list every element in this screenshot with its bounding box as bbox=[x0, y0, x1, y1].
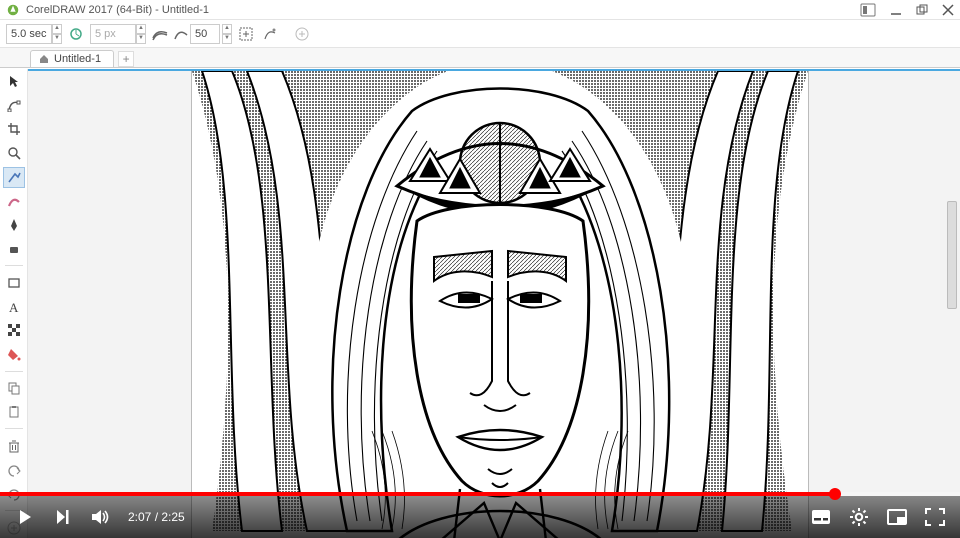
zoom-tool[interactable] bbox=[3, 143, 25, 164]
touch-mode-icon[interactable] bbox=[860, 3, 876, 17]
video-time-separator: / bbox=[151, 510, 161, 524]
artwork-drawing bbox=[192, 71, 808, 538]
video-player-overlay: 2:07 / 2:25 bbox=[0, 492, 960, 538]
video-progress-played bbox=[0, 492, 835, 496]
transparency-tool[interactable] bbox=[3, 320, 25, 341]
eraser-tool[interactable] bbox=[3, 238, 25, 259]
workspace: A bbox=[0, 69, 960, 538]
toolbox-separator-3 bbox=[5, 428, 23, 429]
realtime-toggle-button[interactable] bbox=[66, 24, 86, 44]
property-bar: 5.0 sec ▲▼ 5 px ▲▼ 50 ▲▼ bbox=[0, 20, 960, 48]
video-total-time: 2:25 bbox=[161, 510, 184, 524]
copy-tool[interactable] bbox=[3, 378, 25, 399]
toolbox: A bbox=[0, 69, 28, 538]
text-tool[interactable]: A bbox=[3, 296, 25, 317]
volume-button[interactable] bbox=[90, 506, 112, 528]
video-time-display: 2:07 / 2:25 bbox=[128, 510, 185, 524]
minimize-button[interactable] bbox=[890, 4, 902, 16]
width-field-group: 5 px ▲▼ bbox=[90, 24, 146, 44]
freehand-tool[interactable] bbox=[3, 167, 25, 188]
duration-input[interactable]: 5.0 sec bbox=[6, 24, 52, 44]
video-controls: 2:07 / 2:25 bbox=[0, 496, 960, 538]
window-title: CorelDRAW 2017 (64-Bit) - Untitled-1 bbox=[26, 4, 860, 16]
fill-tool[interactable] bbox=[3, 344, 25, 365]
smoothing-group: 50 ▲▼ bbox=[174, 24, 232, 44]
shape-tool[interactable] bbox=[3, 95, 25, 116]
paste-tool[interactable] bbox=[3, 402, 25, 423]
add-document-tab-button[interactable]: + bbox=[118, 51, 134, 67]
artistic-media-tool[interactable] bbox=[3, 191, 25, 212]
window-controls bbox=[860, 3, 954, 17]
video-progress-bar[interactable] bbox=[0, 492, 960, 496]
duration-spinner[interactable]: ▲▼ bbox=[52, 24, 62, 44]
subtitles-button[interactable] bbox=[810, 506, 832, 528]
canvas-area[interactable] bbox=[28, 69, 960, 538]
settings-button[interactable] bbox=[848, 506, 870, 528]
titlebar: CorelDRAW 2017 (64-Bit) - Untitled-1 bbox=[0, 0, 960, 20]
duration-field-group: 5.0 sec ▲▼ bbox=[6, 24, 62, 44]
fullscreen-button[interactable] bbox=[924, 506, 946, 528]
brush-preset-button[interactable] bbox=[150, 24, 170, 44]
miniplayer-button[interactable] bbox=[886, 506, 908, 528]
document-tab-untitled-1[interactable]: Untitled-1 bbox=[30, 50, 114, 67]
width-spinner[interactable]: ▲▼ bbox=[136, 24, 146, 44]
document-tab-bar: Untitled-1 + bbox=[0, 48, 960, 68]
pen-tool[interactable] bbox=[3, 214, 25, 235]
app-logo-icon bbox=[6, 3, 20, 17]
stroke-width-input[interactable]: 5 px bbox=[90, 24, 136, 44]
pick-tool[interactable] bbox=[3, 71, 25, 92]
toolbox-separator-2 bbox=[5, 371, 23, 372]
delete-tool[interactable] bbox=[3, 435, 25, 456]
quick-customize-button[interactable] bbox=[260, 24, 280, 44]
svg-text:A: A bbox=[9, 300, 19, 314]
smoothing-spinner[interactable]: ▲▼ bbox=[222, 24, 232, 44]
smoothing-icon bbox=[174, 27, 188, 41]
crop-tool[interactable] bbox=[3, 119, 25, 140]
toolbox-separator-1 bbox=[5, 265, 23, 266]
video-current-time: 2:07 bbox=[128, 510, 151, 524]
rectangle-tool[interactable] bbox=[3, 272, 25, 293]
add-option-button[interactable] bbox=[292, 24, 312, 44]
home-icon bbox=[39, 54, 49, 64]
play-button[interactable] bbox=[14, 506, 36, 528]
canvas-page[interactable] bbox=[192, 71, 808, 538]
close-button[interactable] bbox=[942, 4, 954, 16]
next-button[interactable] bbox=[52, 506, 74, 528]
document-tab-label: Untitled-1 bbox=[54, 53, 101, 65]
smoothing-input[interactable]: 50 bbox=[190, 24, 220, 44]
maximize-button[interactable] bbox=[916, 4, 928, 16]
bounding-box-button[interactable] bbox=[236, 24, 256, 44]
vertical-scrollbar-thumb[interactable] bbox=[947, 201, 957, 309]
undo-tool[interactable] bbox=[3, 459, 25, 480]
